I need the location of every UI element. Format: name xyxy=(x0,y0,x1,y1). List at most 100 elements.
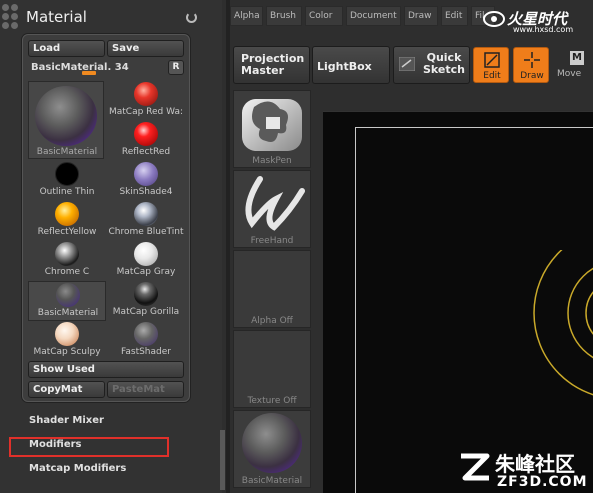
menu-document[interactable]: Document xyxy=(346,6,401,26)
hxsd-watermark: 火星时代 www.hxsd.com xyxy=(483,8,593,34)
reset-button[interactable]: R xyxy=(168,60,184,75)
material-sphere-icon xyxy=(55,202,79,226)
freehand-stroke-icon xyxy=(245,176,305,231)
menu-draw[interactable]: Draw xyxy=(404,6,438,26)
hxsd-url: www.hxsd.com xyxy=(513,25,574,34)
material-matcap-red-wax[interactable]: MatCap Red Wa: xyxy=(107,81,185,121)
material-label: Outline Thin xyxy=(39,187,95,197)
material-matcap-gray[interactable]: MatCap Gray xyxy=(107,241,185,281)
tray-scrollbar[interactable] xyxy=(220,430,225,490)
texture-slot[interactable]: Texture Off xyxy=(233,330,311,408)
zf3d-watermark: 朱峰社区 ZF3D.COM xyxy=(457,448,593,493)
transpose-ring-icon xyxy=(533,250,593,396)
material-label: BasicMaterial xyxy=(36,147,98,157)
brush-slot[interactable]: MaskPen xyxy=(233,90,311,168)
lightbox-button[interactable]: LightBox xyxy=(312,46,390,84)
brush-label: MaskPen xyxy=(252,156,292,166)
edit-icon xyxy=(484,52,500,68)
material-label: ReflectYellow xyxy=(37,227,97,237)
slider-label: BasicMaterial. xyxy=(31,62,112,73)
material-label: MatCap Gorilla xyxy=(112,307,180,317)
tray-grip-icon[interactable] xyxy=(2,4,20,30)
zf3d-chinese: 朱峰社区 xyxy=(495,452,575,476)
material-tray: Material Load Save BasicMaterial. 34 R B… xyxy=(0,0,222,493)
material-label: Chrome C xyxy=(44,267,90,277)
material-sphere-icon xyxy=(35,86,97,146)
material-sphere-icon xyxy=(56,283,80,307)
current-material-preview[interactable]: BasicMaterial xyxy=(28,81,104,159)
menu-brush[interactable]: Brush xyxy=(266,6,302,26)
zf3d-logo-icon xyxy=(461,453,490,481)
move-key-badge: M xyxy=(570,51,584,65)
load-button[interactable]: Load xyxy=(28,40,105,57)
material-label: MatCap Sculpy xyxy=(33,347,101,357)
material-sphere-icon xyxy=(134,202,158,226)
material-label: ReflectRed xyxy=(121,147,171,157)
copymat-button[interactable]: CopyMat xyxy=(28,381,105,398)
material-sphere-icon xyxy=(134,322,158,346)
show-used-button[interactable]: Show Used xyxy=(28,361,184,378)
quick-sketch-button[interactable]: Quick Sketch xyxy=(393,46,470,84)
quick-sketch-label: Quick Sketch xyxy=(422,51,465,76)
menu-alpha[interactable]: Alpha xyxy=(230,6,263,26)
material-fastshader[interactable]: FastShader xyxy=(107,321,185,361)
material-skinshade4[interactable]: SkinShade4 xyxy=(107,161,185,201)
material-outline-thin[interactable]: Outline Thin xyxy=(28,161,106,201)
material-reflect-red[interactable]: ReflectRed xyxy=(107,121,185,161)
hxsd-logo-icon xyxy=(483,11,505,27)
material-label: MatCap Red Wa: xyxy=(108,107,183,117)
material-reflect-yellow[interactable]: ReflectYellow xyxy=(28,201,106,241)
menu-edit[interactable]: Edit xyxy=(441,6,468,26)
stroke-slot[interactable]: FreeHand xyxy=(233,170,311,248)
edit-mode-button[interactable]: Edit xyxy=(473,47,509,83)
material-chrome-bluetint[interactable]: Chrome BlueTint xyxy=(107,201,185,241)
menu-color[interactable]: Color xyxy=(305,6,343,26)
material-label: SkinShade4 xyxy=(119,187,173,197)
move-label: Move xyxy=(557,69,582,79)
draw-mode-button[interactable]: Draw xyxy=(513,47,549,83)
texture-label: Texture Off xyxy=(247,396,297,406)
material-sphere-icon xyxy=(242,413,302,473)
material-basicmaterial-selected[interactable]: BasicMaterial xyxy=(28,281,106,321)
material-label: BasicMaterial xyxy=(37,308,99,318)
material-sphere-icon xyxy=(134,82,158,106)
material-label: Chrome BlueTint xyxy=(108,227,184,237)
slider-value: 34 xyxy=(114,62,129,73)
material-slot[interactable]: BasicMaterial xyxy=(233,410,311,488)
maskpen-brush-icon xyxy=(242,99,302,151)
material-palette: Load Save BasicMaterial. 34 R BasicMater… xyxy=(22,34,190,402)
alpha-slot[interactable]: Alpha Off xyxy=(233,250,311,328)
material-label: FastShader xyxy=(121,347,171,357)
stroke-label: FreeHand xyxy=(250,236,294,246)
material-sphere-icon xyxy=(134,282,158,306)
shader-mixer-item[interactable]: Shader Mixer xyxy=(29,415,104,426)
refresh-icon[interactable] xyxy=(186,12,197,23)
material-sphere-icon xyxy=(55,322,79,346)
material-sphere-icon xyxy=(55,162,79,186)
zf3d-english: ZF3D.COM xyxy=(497,474,588,490)
slider-knob[interactable] xyxy=(82,71,96,75)
tray-title: Material xyxy=(26,8,87,26)
tray-header: Material xyxy=(0,0,222,36)
projection-master-button[interactable]: Projection Master xyxy=(233,46,310,84)
material-matcap-gorilla[interactable]: MatCap Gorilla xyxy=(107,281,185,321)
matcap-modifiers-item[interactable]: Matcap Modifiers xyxy=(29,463,126,474)
material-slider[interactable]: BasicMaterial. 34 xyxy=(28,60,168,75)
move-mode-button[interactable]: M Move xyxy=(554,47,593,83)
pastemat-button[interactable]: PasteMat xyxy=(107,381,184,398)
material-sphere-icon xyxy=(134,122,158,146)
material-matcap-sculpy[interactable]: MatCap Sculpy xyxy=(28,321,106,361)
material-sphere-icon xyxy=(55,242,79,266)
draw-label: Draw xyxy=(520,71,544,81)
material-chrome-c[interactable]: Chrome C xyxy=(28,241,106,281)
zbrush-screen: Material Load Save BasicMaterial. 34 R B… xyxy=(0,0,593,493)
edit-label: Edit xyxy=(483,71,501,81)
modifiers-item[interactable]: Modifiers xyxy=(29,439,82,450)
material-sphere-icon xyxy=(134,242,158,266)
sketch-icon xyxy=(399,57,415,71)
material-label: MatCap Gray xyxy=(116,267,176,277)
save-button[interactable]: Save xyxy=(107,40,184,57)
tray-divider[interactable] xyxy=(226,0,230,493)
material-slot-label: BasicMaterial xyxy=(241,476,303,486)
draw-crosshair-icon xyxy=(524,52,540,68)
